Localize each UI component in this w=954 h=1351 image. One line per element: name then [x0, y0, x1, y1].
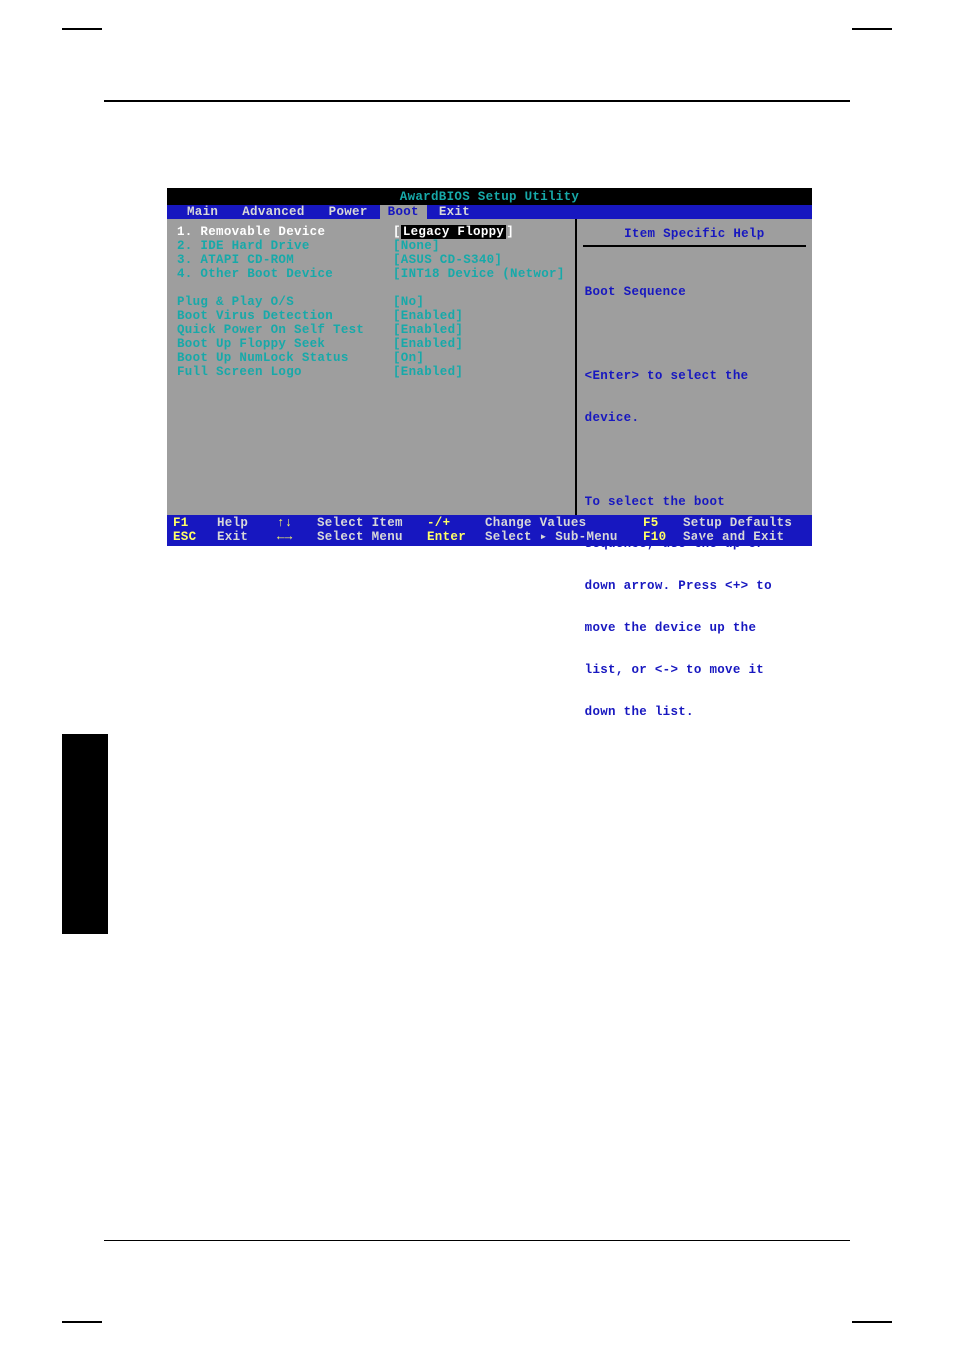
help-line: device. [585, 411, 804, 425]
key-exit: Exit [217, 530, 277, 544]
boot-seq-num: 3. [177, 253, 193, 267]
setting-value[interactable]: [Enabled] [393, 309, 463, 323]
setting-label: Boot Virus Detection [177, 309, 393, 323]
key-select-item: Select Item [317, 516, 427, 530]
help-line: list, or <-> to move it [585, 663, 804, 677]
setting-label: Plug & Play O/S [177, 295, 393, 309]
help-line: To select the boot [585, 495, 804, 509]
setting-label: Full Screen Logo [177, 365, 393, 379]
key-esc[interactable]: ESC [173, 530, 217, 544]
help-subject: Boot Sequence [585, 285, 804, 299]
help-title: Item Specific Help [583, 219, 806, 247]
menu-power[interactable]: Power [317, 205, 380, 219]
setting-value[interactable]: [Enabled] [393, 337, 463, 351]
setting-fullscreen-logo[interactable]: Full Screen Logo [Enabled] [177, 365, 565, 379]
key-leftright-icon[interactable]: ←→ [277, 530, 317, 544]
key-help: Help [217, 516, 277, 530]
boot-seq-value[interactable]: [None] [393, 239, 440, 253]
boot-seq-num: 4. [177, 267, 193, 281]
help-line: move the device up the [585, 621, 804, 635]
boot-seq-value[interactable]: [ASUS CD-S340] [393, 253, 502, 267]
setting-floppy-seek[interactable]: Boot Up Floppy Seek [Enabled] [177, 337, 565, 351]
boot-seq-value[interactable]: [INT18 Device (Networ] [393, 267, 565, 281]
setting-label: Boot Up NumLock Status [177, 351, 393, 365]
key-updown-icon[interactable]: ↑↓ [277, 516, 317, 530]
menu-advanced[interactable]: Advanced [230, 205, 316, 219]
menu-exit[interactable]: Exit [427, 205, 482, 219]
bottom-rule [104, 1240, 850, 1241]
boot-seq-label: IDE Hard Drive [200, 239, 309, 253]
setting-quick-post[interactable]: Quick Power On Self Test [Enabled] [177, 323, 565, 337]
boot-seq-1[interactable]: 1. Removable Device [Legacy Floppy] [177, 225, 565, 239]
top-rule [104, 100, 850, 102]
bios-help-pane: Item Specific Help Boot Sequence <Enter>… [575, 219, 812, 515]
boot-seq-label: ATAPI CD-ROM [200, 253, 294, 267]
boot-seq-4[interactable]: 4. Other Boot Device [INT18 Device (Netw… [177, 267, 565, 281]
menu-boot[interactable]: Boot [380, 205, 427, 219]
setting-pnp-os[interactable]: Plug & Play O/S [No] [177, 295, 565, 309]
help-body: Boot Sequence <Enter> to select the devi… [577, 247, 812, 757]
help-line: sequence, use the up or [585, 537, 804, 551]
key-select-menu: Select Menu [317, 530, 427, 544]
setting-numlock[interactable]: Boot Up NumLock Status [On] [177, 351, 565, 365]
bios-window: AwardBIOS Setup Utility Main Advanced Po… [167, 188, 812, 546]
setting-label: Quick Power On Self Test [177, 323, 393, 337]
setting-value[interactable]: [On] [393, 351, 424, 365]
menu-main[interactable]: Main [175, 205, 230, 219]
key-f1[interactable]: F1 [173, 516, 217, 530]
boot-seq-label: Removable Device [200, 225, 325, 239]
help-line: down the list. [585, 705, 804, 719]
page-side-tab [62, 734, 108, 934]
setting-value[interactable]: [No] [393, 295, 424, 309]
bios-menu-bar[interactable]: Main Advanced Power Boot Exit [167, 205, 812, 219]
setting-value[interactable]: [Enabled] [393, 365, 463, 379]
boot-seq-label: Other Boot Device [200, 267, 333, 281]
boot-seq-num: 1. [177, 225, 193, 239]
help-line: <Enter> to select the [585, 369, 804, 383]
boot-seq-value[interactable]: Legacy Floppy [401, 225, 506, 239]
setting-boot-virus[interactable]: Boot Virus Detection [Enabled] [177, 309, 565, 323]
setting-label: Boot Up Floppy Seek [177, 337, 393, 351]
key-minus-plus[interactable]: -/+ [427, 516, 485, 530]
boot-seq-2[interactable]: 2. IDE Hard Drive [None] [177, 239, 565, 253]
help-line: down arrow. Press <+> to [585, 579, 804, 593]
boot-seq-3[interactable]: 3. ATAPI CD-ROM [ASUS CD-S340] [177, 253, 565, 267]
key-enter[interactable]: Enter [427, 530, 485, 544]
bios-settings-pane: 1. Removable Device [Legacy Floppy] 2. I… [167, 219, 575, 515]
bios-title: AwardBIOS Setup Utility [167, 188, 812, 205]
setting-value[interactable]: [Enabled] [393, 323, 463, 337]
boot-seq-num: 2. [177, 239, 193, 253]
